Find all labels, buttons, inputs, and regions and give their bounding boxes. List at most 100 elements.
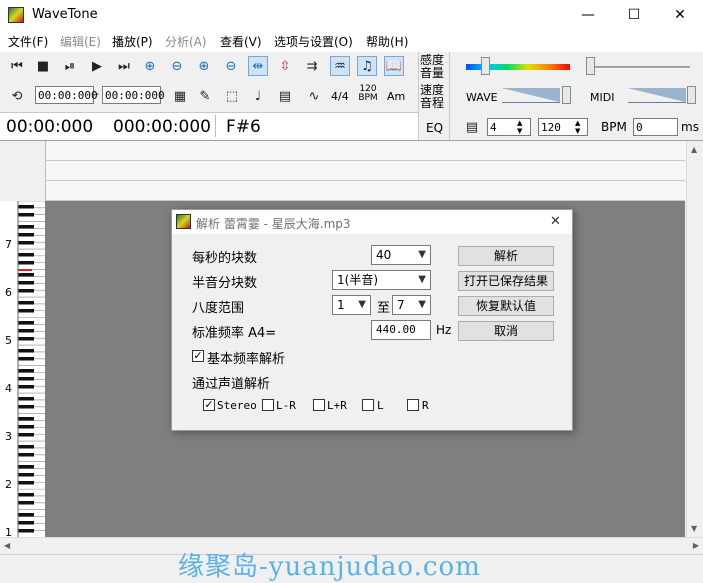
maximize-button[interactable]: ☐	[611, 0, 657, 30]
table-icon[interactable]: ▤	[275, 86, 295, 106]
midi-volume-ramp[interactable]	[628, 88, 686, 103]
analyze-button[interactable]: 解析	[458, 246, 554, 266]
reference-frequency-input[interactable]: 440.00	[371, 320, 431, 340]
piano-black-key[interactable]	[18, 321, 34, 325]
time-end-input[interactable]: 00:00:000	[102, 86, 165, 104]
open-saved-button[interactable]: 打开已保存结果	[458, 271, 554, 291]
eq-button[interactable]: EQ	[426, 121, 443, 135]
select-rect-icon[interactable]: ⬚	[222, 86, 242, 106]
zoom-out-h-icon[interactable]: ⊖	[167, 56, 187, 76]
note-icon[interactable]: ♩	[248, 86, 268, 106]
fit-h-icon[interactable]: ⇹	[248, 56, 268, 76]
piano-black-key[interactable]	[18, 465, 34, 469]
wave-volume-thumb[interactable]	[562, 86, 571, 104]
curve-icon[interactable]: ∿	[304, 86, 324, 106]
sensitivity-slider-thumb[interactable]	[481, 57, 490, 75]
piano-black-key[interactable]	[18, 233, 34, 237]
piano-black-key[interactable]	[18, 513, 34, 517]
piano-black-key[interactable]	[18, 213, 34, 217]
piano-black-key[interactable]	[18, 473, 34, 477]
piano-black-key[interactable]	[18, 349, 34, 353]
piano-black-key[interactable]	[18, 225, 34, 229]
pause-play-icon[interactable]: ⏯	[60, 56, 80, 76]
menu-view[interactable]: 查看(V)	[220, 33, 262, 50]
piano-black-key[interactable]	[18, 261, 34, 265]
menu-help[interactable]: 帮助(H)	[366, 33, 408, 50]
menu-file[interactable]: 文件(F)	[8, 33, 48, 50]
close-button[interactable]: ✕	[657, 0, 703, 30]
wave-view-icon[interactable]: ♒	[330, 56, 350, 76]
play-icon[interactable]: ▶	[87, 56, 107, 76]
pen-icon[interactable]: ✎	[195, 86, 215, 106]
piano-black-key[interactable]	[18, 369, 34, 373]
grid-icon[interactable]: ▦	[170, 86, 190, 106]
piano-black-key[interactable]	[18, 357, 34, 361]
bpm-spinner[interactable]: ▲ ▼	[575, 119, 580, 135]
piano-black-key[interactable]	[18, 329, 34, 333]
piano-black-key[interactable]	[18, 241, 34, 245]
piano-black-key[interactable]	[18, 289, 34, 293]
piano-black-key[interactable]	[18, 337, 34, 341]
time-start-input[interactable]: 00:00:000	[35, 86, 98, 104]
stop-icon[interactable]: ■	[33, 56, 53, 76]
piano-black-key[interactable]	[18, 301, 34, 305]
piano-black-key[interactable]	[18, 405, 34, 409]
piano-black-key[interactable]	[18, 433, 34, 437]
piano-black-key[interactable]	[18, 397, 34, 401]
piano-black-key[interactable]	[18, 417, 34, 421]
piano-black-key[interactable]	[18, 273, 34, 277]
piano-black-key[interactable]	[18, 453, 34, 457]
fit-v-icon[interactable]: ⇳	[275, 56, 295, 76]
piano-black-key[interactable]	[18, 481, 34, 485]
key-label[interactable]: Am	[387, 90, 405, 103]
rewind-icon[interactable]: ⏮	[7, 56, 27, 76]
score-view-icon[interactable]: 📖	[384, 56, 404, 76]
follow-icon[interactable]: ⇉	[302, 56, 322, 76]
wave-volume-ramp[interactable]	[502, 88, 560, 103]
bpm-icon[interactable]: 120 BPM	[357, 85, 379, 103]
volume-slider-thumb[interactable]	[586, 57, 595, 75]
menu-analyze[interactable]: 分析(A)	[165, 33, 207, 50]
octave-from-select[interactable]: 1 ▼	[332, 295, 371, 315]
midi-volume-thumb[interactable]	[687, 86, 696, 104]
blocks-per-second-select[interactable]: 40 ▼	[371, 245, 431, 265]
timeline-ruler[interactable]	[45, 141, 686, 201]
piano-black-key[interactable]	[18, 529, 34, 533]
piano-black-key[interactable]	[18, 493, 34, 497]
menu-play[interactable]: 播放(P)	[112, 33, 153, 50]
octave-to-select[interactable]: 7 ▼	[392, 295, 431, 315]
volume-slider-track[interactable]	[590, 66, 690, 69]
piano-black-key[interactable]	[18, 377, 34, 381]
beats-input[interactable]: 4	[487, 118, 531, 136]
cancel-button[interactable]: 取消	[458, 321, 554, 341]
piano-black-key[interactable]	[18, 521, 34, 525]
channel-lr-sum-checkbox[interactable]	[313, 399, 325, 411]
piano-black-key[interactable]	[18, 501, 34, 505]
piano-black-key[interactable]	[18, 309, 34, 313]
channel-left-checkbox[interactable]	[362, 399, 374, 411]
offset-input[interactable]: 0	[633, 118, 678, 136]
loop-icon[interactable]: ⟲	[7, 86, 27, 106]
menu-edit[interactable]: 编辑(E)	[60, 33, 101, 50]
fast-forward-icon[interactable]: ⏭	[114, 56, 134, 76]
semitone-select[interactable]: 1(半音) ▼	[332, 270, 431, 290]
restore-defaults-button[interactable]: 恢复默认值	[458, 296, 554, 316]
menu-options[interactable]: 选项与设置(O)	[274, 33, 353, 50]
piano-black-key[interactable]	[18, 205, 34, 209]
channel-lr-diff-checkbox[interactable]	[262, 399, 274, 411]
piano-black-key[interactable]	[18, 425, 34, 429]
bpm-input[interactable]: 120	[538, 118, 588, 136]
channel-right-checkbox[interactable]	[407, 399, 419, 411]
piano-black-key[interactable]	[18, 445, 34, 449]
piano-black-key[interactable]	[18, 385, 34, 389]
zoom-in-v-icon[interactable]: ⊕	[194, 56, 214, 76]
channel-stereo-checkbox[interactable]: ✓	[203, 399, 215, 411]
beats-spinner[interactable]: ▲ ▼	[517, 119, 522, 135]
dialog-close-icon[interactable]: ✕	[550, 214, 561, 229]
beat-label[interactable]: 4/4	[331, 90, 349, 103]
zoom-in-h-icon[interactable]: ⊕	[140, 56, 160, 76]
fundamental-checkbox[interactable]: ✓	[192, 350, 204, 362]
piano-black-key[interactable]	[18, 281, 34, 285]
minimize-button[interactable]: —	[565, 0, 611, 30]
spectrum-view-icon[interactable]: ♫	[357, 56, 377, 76]
